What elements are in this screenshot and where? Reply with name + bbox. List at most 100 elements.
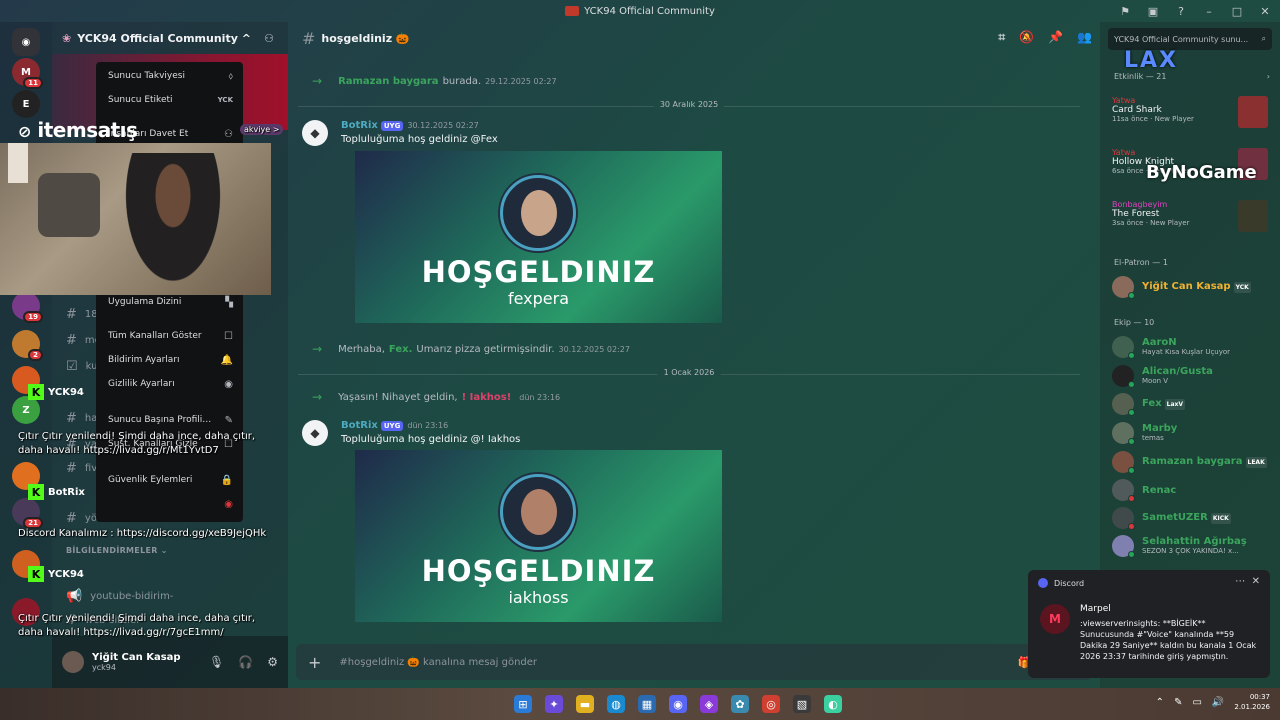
game-thumbnail	[1238, 96, 1268, 128]
user-handle: yck94	[92, 663, 116, 672]
network-icon[interactable]: ▭	[1192, 697, 1201, 708]
server-header[interactable]: ❀ YCK94 Official Community ^ ⚇	[52, 22, 288, 54]
discord-notification[interactable]: Discord ⋯ ✕ M Marpel :viewserverinsights…	[1028, 570, 1270, 678]
webcam-overlay	[0, 143, 271, 295]
bell-icon: 🔔	[220, 354, 233, 366]
app-icon[interactable]: ▧	[793, 695, 811, 713]
role-header: El-Patron — 1	[1114, 258, 1168, 267]
member-item[interactable]: Ramazan baygara LEAK	[1112, 449, 1280, 475]
start-icon[interactable]: ⊞	[514, 695, 532, 713]
flag-icon[interactable]: ⚑	[1116, 2, 1134, 20]
channel-item[interactable]: 📢 youtube-bidirim-	[52, 586, 288, 606]
kick-logo-icon: K	[28, 484, 44, 500]
message-author[interactable]: BotRix	[341, 420, 378, 431]
channel-title: hoşgeldiniz 🎃	[321, 31, 410, 45]
member-item[interactable]: Marby temas	[1112, 420, 1280, 446]
category-header[interactable]: BİLGİLENDİRMELER ⌄	[66, 546, 168, 555]
server-icon[interactable]: 2	[12, 330, 43, 361]
menu-item-privacy-settings[interactable]: Gizlilik Ayarları ◉	[96, 372, 243, 396]
member-item[interactable]: Fex LaxV	[1112, 391, 1280, 417]
menu-item-edit-server-profile[interactable]: Sunucu Başına Profilini Düzenle✎	[96, 408, 243, 432]
member-item[interactable]: SametUZER KICK	[1112, 505, 1280, 531]
taskbar: ⊞ ✦ ▬ ◍ ▦ ◉ ◈ ✿ ◎ ▧ ◐ ⌃ ✎ ▭ 🔊 00:37 2.01…	[0, 688, 1280, 720]
attach-plus-icon[interactable]: +	[308, 653, 321, 672]
overlay-promo: Çıtır Çıtır yenilendi! Şimdi daha ince, …	[18, 613, 256, 638]
checkbox-icon[interactable]: ☐	[224, 331, 233, 342]
tray-chevron-icon[interactable]: ⌃	[1156, 697, 1164, 708]
member-item[interactable]: Selahattin Ağırbaş SEZON 3 ÇOK YAKINDA! x…	[1112, 533, 1280, 559]
shield-icon: ◉	[224, 378, 233, 390]
activity-header[interactable]: Etkinlik — 21 ›	[1114, 72, 1270, 81]
clock[interactable]: 00:37 2.01.2026	[1234, 692, 1270, 712]
menu-item-security-actions[interactable]: Güvenlik Eylemleri 🔒	[96, 468, 243, 492]
message-input[interactable]: + #hoşgeldiniz 🎃 kanalına mesaj gönder 🎁…	[296, 644, 1092, 680]
member-item[interactable]: Renac	[1112, 477, 1280, 503]
minimize-button[interactable]: –	[1200, 2, 1218, 20]
copilot-icon[interactable]: ✦	[545, 695, 563, 713]
app-icon[interactable]: ◐	[824, 695, 842, 713]
member-item[interactable]: Yiğit Can Kasap YCK	[1112, 274, 1280, 300]
message: ◆ BotRix UYG 30.12.2025 02:27 Topluluğuma …	[302, 120, 1082, 330]
close-button[interactable]: ✕	[1256, 2, 1274, 20]
discord-taskbar-icon[interactable]: ◉	[669, 695, 687, 713]
server-name: YCK94 Official Community ^	[77, 31, 251, 45]
server-logo-icon	[565, 6, 580, 16]
lock-icon: 🔒	[220, 474, 233, 486]
activity-card[interactable]: Yatwa Card Shark 11sa önce · New Player	[1112, 96, 1272, 142]
botrix-avatar[interactable]: ◆	[302, 120, 328, 146]
avatar[interactable]	[62, 651, 84, 673]
mute-bell-icon[interactable]: 🔕	[1019, 30, 1034, 45]
settings-gear-icon[interactable]: ⚙	[267, 655, 278, 669]
apps-icon: ▚	[225, 296, 233, 308]
kick-alert: K YCK94	[28, 560, 158, 588]
inbox-icon[interactable]: ▣	[1144, 2, 1162, 20]
welcome-card-image[interactable]: HOŞGELDINIZ iakhoss	[355, 450, 722, 622]
join-arrow-icon: →	[312, 74, 323, 88]
menu-item-server-boost[interactable]: Sunucu Takviyesi ⬨	[96, 64, 243, 88]
menu-item-show-all-channels[interactable]: Tüm Kanalları Göster ☐	[96, 324, 243, 348]
file-explorer-icon[interactable]: ▬	[576, 695, 594, 713]
store-icon[interactable]: ▦	[638, 695, 656, 713]
discord-home-icon[interactable]: ◉	[12, 28, 40, 56]
message-body: Topluluğuma hoş geldiniz @! Iakhos	[341, 434, 521, 445]
maximize-button[interactable]: □	[1228, 2, 1246, 20]
role-header: Ekip — 10	[1114, 318, 1155, 327]
server-icon[interactable]: M 11	[12, 58, 43, 89]
join-arrow-icon: →	[312, 390, 323, 404]
pen-icon[interactable]: ✎	[1174, 697, 1182, 708]
app-icon[interactable]: ✿	[731, 695, 749, 713]
member-item[interactable]: AaroN Hayat Kısa Kuşlar Uçuyor	[1112, 334, 1280, 360]
tag-icon: YCK	[217, 96, 233, 104]
help-icon[interactable]: ?	[1172, 2, 1190, 20]
close-notification-icon[interactable]: ⋯ ✕	[1235, 576, 1260, 587]
boost-chip: akviye >	[240, 124, 284, 135]
activity-card[interactable]: Bonbagbeyim The Forest 3sa önce · New Pl…	[1112, 200, 1272, 246]
join-arrow-icon: →	[312, 342, 323, 356]
search-input[interactable]: YCK94 Official Community sunu... ⌕	[1108, 28, 1272, 50]
date-divider: 1 Ocak 2026	[298, 368, 1080, 377]
message-author[interactable]: BotRix	[341, 120, 378, 131]
members-icon[interactable]: 👥	[1077, 30, 1092, 45]
server-icon[interactable]: E	[12, 90, 40, 118]
message-input-placeholder: #hoşgeldiniz 🎃 kanalına mesaj gönder	[339, 656, 538, 668]
volume-icon[interactable]: 🔊	[1212, 697, 1224, 708]
menu-item-server-tag[interactable]: Sunucu Etiketi YCK	[96, 88, 243, 112]
menu-item-notification-settings[interactable]: Bildirim Ayarları 🔔	[96, 348, 243, 372]
system-tray: ⌃ ✎ ▭ 🔊 00:37 2.01.2026	[1156, 692, 1270, 712]
circle-icon: ◉	[224, 498, 233, 510]
add-member-icon[interactable]: ⚇	[264, 32, 274, 45]
microphone-icon[interactable]: 🎙	[209, 655, 224, 669]
menu-item-extra[interactable]: ◉	[96, 492, 243, 516]
botrix-avatar[interactable]: ◆	[302, 420, 328, 446]
headphones-icon[interactable]: 🎧	[238, 655, 253, 669]
pin-icon[interactable]: 📌	[1048, 30, 1063, 45]
message-body: Topluluğuma hoş geldiniz @Fex	[341, 134, 498, 145]
app-icon[interactable]: ◈	[700, 695, 718, 713]
welcome-card-image[interactable]: HOŞGELDINIZ fexpera	[355, 151, 722, 323]
threads-icon[interactable]: ⌗	[998, 30, 1005, 45]
member-item[interactable]: Alican/Gusta Moon V	[1112, 363, 1280, 389]
itemsatis-watermark: ⊘ itemsatış	[18, 118, 138, 142]
chrome-icon[interactable]: ◎	[762, 695, 780, 713]
edge-icon[interactable]: ◍	[607, 695, 625, 713]
server-icon[interactable]: 19	[12, 292, 43, 323]
